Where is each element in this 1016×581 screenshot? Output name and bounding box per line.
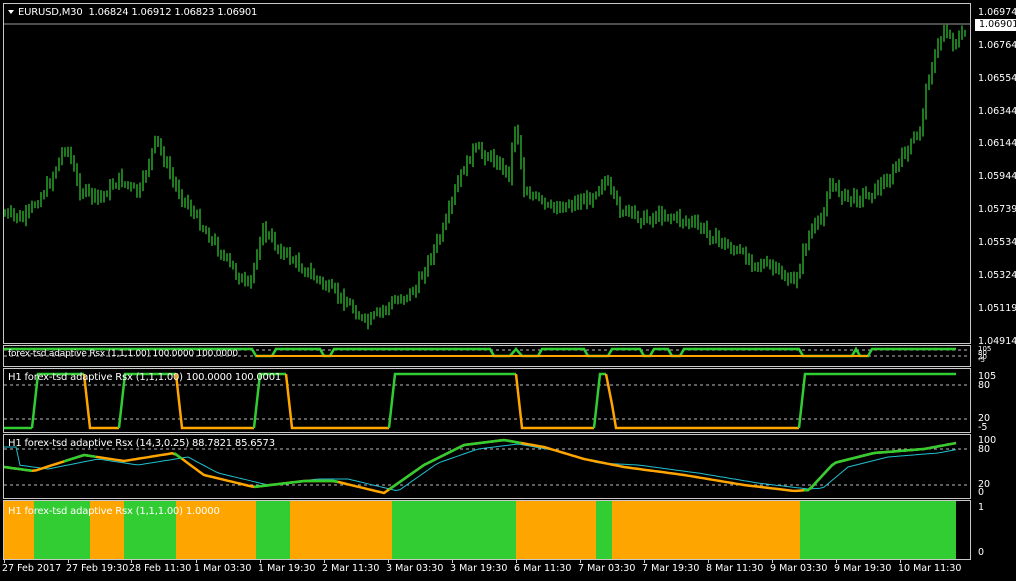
indicator-pane-2[interactable]: H1 forex-tsd adaptive Rsx (1,1,1.00) 100… <box>3 368 971 433</box>
indicator-3-axis: 100 80 20 0 <box>974 434 1016 499</box>
indicator-2-title: H1 forex-tsd adaptive Rsx (1,1,1.00) 100… <box>8 372 282 383</box>
time-label: 7 Mar 19:30 <box>642 563 700 574</box>
price-label: 1.05119 <box>978 303 1016 314</box>
price-label: 1.05324 <box>978 270 1016 281</box>
indicator-2-axis: 105 80 20 -5 <box>974 368 1016 433</box>
price-label: 1.06554 <box>978 73 1016 84</box>
time-label: 10 Mar 11:30 <box>898 563 962 574</box>
indicator-1-label: -5 <box>978 356 985 364</box>
time-label: 1 Mar 03:30 <box>194 563 252 574</box>
indicator-4-label: 0 <box>978 547 985 558</box>
price-label: 1.06974 <box>978 7 1016 18</box>
price-candles <box>4 23 970 330</box>
indicator-4-title: H1 forex-tsd adaptive Rsx (1,1,1.00) 1.0… <box>8 506 220 517</box>
price-label: 1.06764 <box>978 40 1016 51</box>
indicator-2-label: -5 <box>978 422 988 433</box>
time-label: 6 Mar 11:30 <box>514 563 572 574</box>
indicator-pane-4[interactable]: H1 forex-tsd adaptive Rsx (1,1,1.00) 1.0… <box>3 500 971 560</box>
price-axis: 1.06974 1.06764 1.06554 1.06344 1.06144 … <box>974 3 1016 347</box>
price-label: 1.05944 <box>978 171 1016 182</box>
time-label: 7 Mar 03:30 <box>578 563 636 574</box>
indicator-3-label: 0 <box>978 487 985 498</box>
price-label: 1.05534 <box>978 237 1016 248</box>
price-label: 1.05739 <box>978 204 1016 215</box>
time-label: 9 Mar 03:30 <box>770 563 828 574</box>
time-label: 9 Mar 19:30 <box>834 563 892 574</box>
indicator-3-title: H1 forex-tsd adaptive Rsx (14,3,0.25) 88… <box>8 438 275 449</box>
time-label: 27 Feb 2017 <box>2 563 62 574</box>
time-label: 3 Mar 03:30 <box>386 563 444 574</box>
indicator-3-label: 80 <box>978 444 991 455</box>
price-label: 1.06344 <box>978 106 1016 117</box>
indicator-2-label: 80 <box>978 380 991 391</box>
indicator-4-label: 1 <box>978 502 985 513</box>
indicator-1-title: forex-tsd adaptive Rsx (1,1,1.00) 100.00… <box>8 349 238 359</box>
indicator-4-axis: 1 0 <box>974 500 1016 560</box>
price-chart-pane[interactable]: EURUSD,M30 1.06824 1.06912 1.06823 1.069… <box>3 3 971 344</box>
current-price-box: 1.06901 <box>975 19 1016 31</box>
time-label: 3 Mar 19:30 <box>450 563 508 574</box>
indicator-pane-3[interactable]: H1 forex-tsd adaptive Rsx (14,3,0.25) 88… <box>3 434 971 499</box>
indicator-pane-1[interactable]: forex-tsd adaptive Rsx (1,1,1.00) 100.00… <box>3 345 971 367</box>
time-label: 1 Mar 19:30 <box>258 563 316 574</box>
time-label: 28 Feb 11:30 <box>129 563 192 574</box>
time-label: 2 Mar 11:30 <box>322 563 380 574</box>
indicator-1-axis: 105 80 20 -5 <box>974 345 1016 367</box>
time-label: 8 Mar 11:30 <box>706 563 764 574</box>
price-label: 1.06144 <box>978 138 1016 149</box>
time-label: 27 Feb 19:30 <box>66 563 129 574</box>
